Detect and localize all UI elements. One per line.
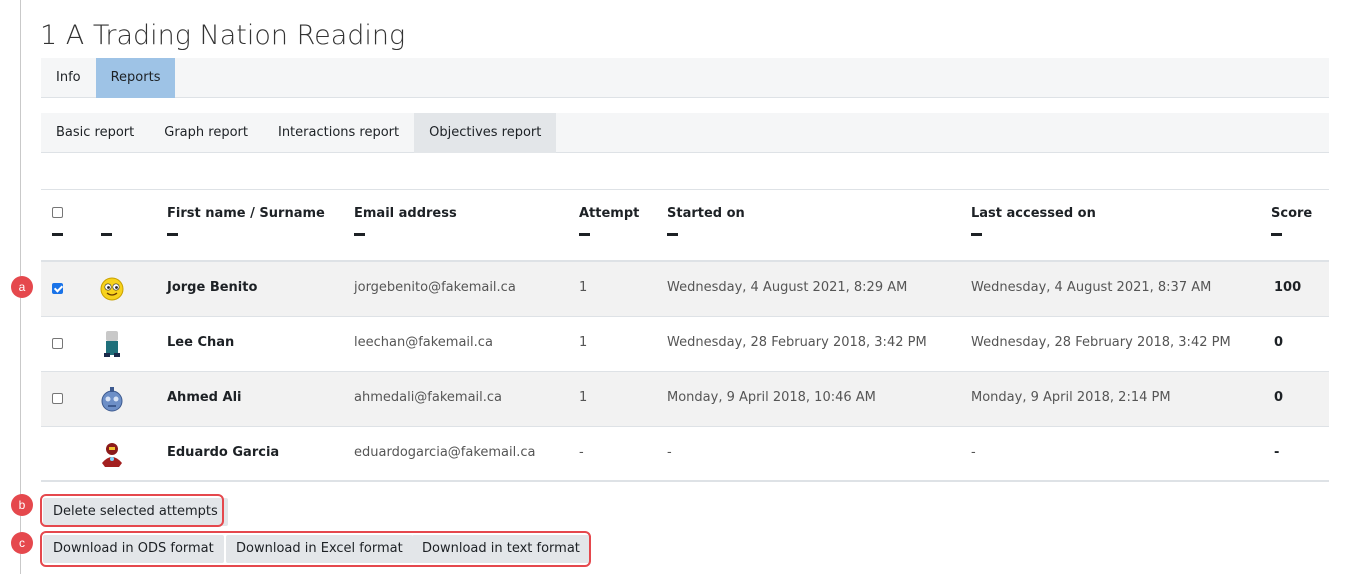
page-title: 1 A Trading Nation Reading — [40, 20, 406, 51]
tab-graph-report[interactable]: Graph report — [149, 113, 263, 153]
smiley-avatar-icon — [97, 274, 127, 304]
tab-basic-report[interactable]: Basic report — [41, 113, 149, 153]
table-row: Eduardo Garcia eduardogarcia@fakemail.ca… — [41, 427, 1329, 482]
secondary-tabs: Basic report Graph report Interactions r… — [41, 113, 1329, 153]
last-accessed: - — [971, 445, 976, 460]
user-name[interactable]: Ahmed Ali — [167, 390, 241, 405]
collapse-icon[interactable] — [101, 233, 112, 236]
tab-reports[interactable]: Reports — [95, 58, 176, 98]
callout-highlight-b — [40, 494, 224, 527]
header-score[interactable]: Score — [1271, 206, 1312, 221]
user-email: ahmedali@fakemail.ca — [354, 390, 503, 405]
tab-interactions-report[interactable]: Interactions report — [263, 113, 414, 153]
user-name[interactable]: Jorge Benito — [167, 280, 257, 295]
robot-avatar-icon — [97, 384, 127, 414]
user-email: leechan@fakemail.ca — [354, 335, 493, 350]
row-checkbox[interactable] — [52, 283, 63, 294]
callout-highlight-c — [40, 531, 591, 567]
last-accessed: Monday, 9 April 2018, 2:14 PM — [971, 390, 1171, 405]
header-last-accessed[interactable]: Last accessed on — [971, 206, 1096, 221]
header-name[interactable]: First name / Surname — [167, 206, 325, 221]
started-on[interactable]: Wednesday, 28 February 2018, 3:42 PM — [667, 335, 927, 350]
table-row: Jorge Benito jorgebenito@fakemail.ca 1 W… — [41, 262, 1329, 317]
callout-badge-b: b — [11, 494, 33, 516]
collapse-icon[interactable] — [354, 233, 365, 236]
header-started[interactable]: Started on — [667, 206, 745, 221]
collapse-icon[interactable] — [971, 233, 982, 236]
last-accessed: Wednesday, 28 February 2018, 3:42 PM — [971, 335, 1231, 350]
user-name[interactable]: Eduardo Garcia — [167, 445, 279, 460]
callout-badge-c: c — [11, 532, 33, 554]
tab-info[interactable]: Info — [41, 58, 96, 98]
table-row: Lee Chan leechan@fakemail.ca 1 Wednesday… — [41, 317, 1329, 372]
user-email: eduardogarcia@fakemail.ca — [354, 445, 536, 460]
score: - — [1274, 445, 1280, 460]
table-row: Ahmed Ali ahmedali@fakemail.ca 1 Monday,… — [41, 372, 1329, 427]
attempt-number[interactable]: 1 — [579, 280, 587, 295]
score: 100 — [1274, 280, 1302, 295]
started-on: - — [667, 445, 672, 460]
table-header: First name / Surname Email address Attem… — [41, 189, 1329, 262]
user-name[interactable]: Lee Chan — [167, 335, 234, 350]
select-all-checkbox[interactable] — [52, 207, 63, 218]
started-on[interactable]: Wednesday, 4 August 2021, 8:29 AM — [667, 280, 907, 295]
started-on[interactable]: Monday, 9 April 2018, 10:46 AM — [667, 390, 876, 405]
callout-badge-a: a — [11, 276, 33, 298]
tab-objectives-report[interactable]: Objectives report — [414, 113, 557, 153]
person-avatar-icon — [97, 329, 127, 359]
primary-tabs: Info Reports — [41, 58, 1329, 98]
attempt-number: - — [579, 445, 584, 460]
collapse-icon[interactable] — [579, 233, 590, 236]
attempts-table: First name / Surname Email address Attem… — [41, 189, 1329, 482]
attempt-number[interactable]: 1 — [579, 335, 587, 350]
header-email[interactable]: Email address — [354, 206, 457, 221]
user-email: jorgebenito@fakemail.ca — [354, 280, 516, 295]
row-checkbox[interactable] — [52, 393, 63, 404]
collapse-icon[interactable] — [52, 233, 63, 236]
collapse-icon[interactable] — [1271, 233, 1282, 236]
last-accessed: Wednesday, 4 August 2021, 8:37 AM — [971, 280, 1212, 295]
header-attempt[interactable]: Attempt — [579, 206, 639, 221]
row-checkbox[interactable] — [52, 338, 63, 349]
collapse-icon[interactable] — [167, 233, 178, 236]
attempt-number[interactable]: 1 — [579, 390, 587, 405]
hero-avatar-icon — [97, 439, 127, 469]
score: 0 — [1274, 335, 1284, 350]
score: 0 — [1274, 390, 1284, 405]
collapse-icon[interactable] — [667, 233, 678, 236]
